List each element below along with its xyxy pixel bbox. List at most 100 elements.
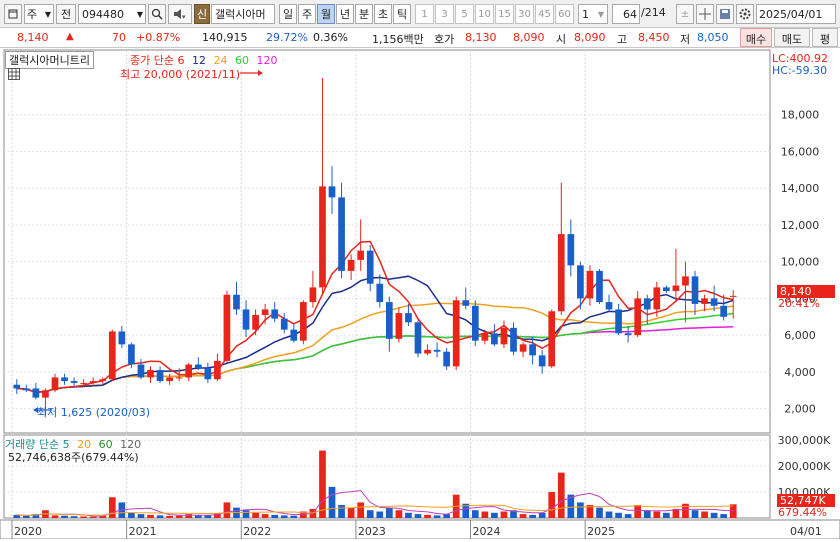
tab-minute-0[interactable]: 1	[415, 4, 434, 24]
candle-body	[481, 333, 489, 341]
volume-bar	[538, 512, 546, 518]
candle-body	[271, 309, 279, 319]
tab-period-5[interactable]: 초	[374, 4, 392, 24]
stock-code-input[interactable]: 094480 ▼	[78, 4, 146, 24]
chevron-down-icon: ▼	[44, 9, 51, 19]
candle-body	[682, 276, 689, 286]
speaker-icon[interactable]: ▾	[168, 4, 192, 24]
volume-bar	[357, 502, 365, 518]
save-icon[interactable]	[716, 4, 734, 24]
candle-body	[147, 370, 154, 378]
eval-button[interactable]: 평	[812, 28, 838, 47]
candle-body	[61, 377, 68, 382]
candle-body	[51, 377, 59, 391]
y-tick-label: 12,000	[781, 219, 820, 232]
jeon-button[interactable]: 전	[56, 4, 76, 24]
gear-icon[interactable]	[736, 4, 754, 24]
volume-bar	[710, 512, 718, 518]
x-tick-label: 2024	[473, 525, 501, 538]
tab-minute-6[interactable]: 45	[535, 4, 554, 24]
volume-bar	[252, 512, 259, 518]
volume-bar	[22, 515, 30, 518]
new-badge: 신	[194, 4, 210, 24]
chart-type-select[interactable]: 주 ▼	[24, 4, 54, 24]
volume-bar	[395, 510, 403, 518]
grid-icon[interactable]	[8, 68, 20, 83]
tab-minute-1[interactable]: 3	[435, 4, 454, 24]
x-tick-label: 2020	[14, 525, 42, 538]
stock-name-field[interactable]: 갤럭시아머	[211, 4, 275, 24]
tab-minute-2[interactable]: 5	[455, 4, 474, 24]
tab-minute-5[interactable]: 30	[515, 4, 534, 24]
candle-body	[261, 309, 269, 315]
candle-body	[586, 270, 594, 299]
volume-bar	[319, 450, 326, 518]
tab-period-3[interactable]: 년	[336, 4, 354, 24]
candle-body	[300, 302, 307, 341]
candle-body	[653, 287, 661, 310]
y-tick-label: 4,000	[784, 366, 816, 379]
volume-bar	[280, 515, 288, 518]
tab-period-1[interactable]: 주	[298, 4, 316, 24]
view-count-input[interactable]: 64	[612, 4, 640, 24]
candle-body	[89, 381, 97, 383]
toolbar: 주 ▼ 전 094480 ▼ ▾ 신 갤럭시아머 일주월년분초틱 1 3 5 10 15…	[0, 0, 840, 28]
candle-body	[433, 349, 441, 352]
chart-area[interactable]: 18,000 16,000 14,000 12,000 10,000 8,000 6,000…	[0, 48, 840, 540]
x-axis-bar	[0, 519, 840, 540]
candle-body	[309, 287, 317, 303]
min-price-label: 최저 1,625 (2020/03)	[37, 406, 151, 419]
volume-bar	[643, 510, 651, 518]
candle-body	[366, 250, 374, 284]
candle-body	[452, 300, 460, 367]
candle-body	[634, 298, 642, 336]
buy-button[interactable]: 매수	[740, 28, 772, 47]
candle-body	[624, 333, 632, 336]
chart-title: 갤럭시아머니트리	[5, 51, 94, 69]
candle-body	[567, 234, 575, 266]
volume-bar	[328, 486, 336, 518]
y-tick-label: 2,000	[784, 403, 816, 416]
candle-body	[615, 309, 622, 334]
volume-bar	[156, 515, 164, 518]
volume-bar	[108, 497, 116, 518]
period-tabs: 일주월년분초틱	[279, 4, 412, 24]
y-tick-label: 6,000	[784, 329, 816, 342]
sell-button[interactable]: 매도	[774, 28, 810, 47]
volume-bar	[271, 514, 279, 518]
tab-minute-3[interactable]: 10	[475, 4, 494, 24]
legend-ma120: 120	[256, 54, 278, 67]
ratio-percent: 0.36%	[313, 31, 348, 44]
window-menu-icon[interactable]	[4, 4, 22, 24]
volume-bar	[414, 514, 422, 518]
chevron-down-icon: ▼	[136, 9, 143, 19]
volume-bar	[491, 512, 498, 518]
up-arrow-icon: ▲	[66, 31, 74, 42]
date-input[interactable]: 2025/04/01	[756, 4, 836, 24]
unit-select[interactable]: 1 ▼	[578, 4, 608, 24]
x-end-label: 04/01	[790, 525, 822, 538]
price-panel	[3, 49, 771, 434]
candle-body	[510, 327, 517, 352]
tab-period-4[interactable]: 분	[355, 4, 373, 24]
tab-period-0[interactable]: 일	[279, 4, 297, 24]
candle-body	[720, 305, 728, 317]
stock-chart[interactable]: 18,00016,00014,00012,00010,0008,0006,000…	[0, 48, 840, 540]
candle-body	[166, 377, 173, 382]
search-icon[interactable]	[148, 4, 166, 24]
tab-period-6[interactable]: 틱	[393, 4, 411, 24]
candle-body	[175, 377, 183, 379]
volume-tick-label: 300,000K	[778, 434, 831, 447]
tab-period-2[interactable]: 월	[317, 4, 335, 24]
volume-bar	[347, 507, 355, 518]
volume-value: 140,915	[202, 31, 248, 44]
minute-tabs: 1 3 5 10 15 30 45 60	[415, 4, 575, 24]
plus-minus-icon[interactable]: ±	[676, 4, 694, 24]
candle-body	[691, 276, 699, 304]
volume-bar	[51, 515, 59, 518]
crosshair-icon[interactable]	[696, 4, 714, 24]
tab-minute-7[interactable]: 60	[555, 4, 574, 24]
volume-bar	[624, 514, 632, 518]
tab-minute-4[interactable]: 15	[495, 4, 514, 24]
volume-bar	[548, 492, 556, 518]
